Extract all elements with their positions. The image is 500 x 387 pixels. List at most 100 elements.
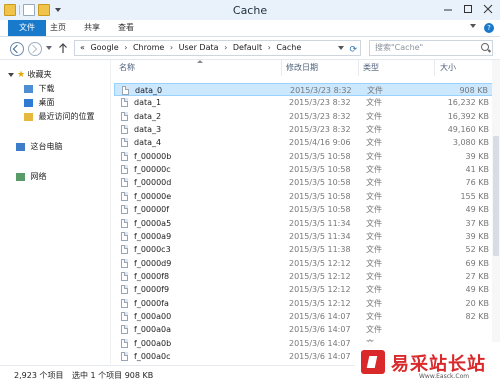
file-size: 39 KB [465, 231, 489, 241]
breadcrumb-cache[interactable]: Cache [276, 41, 301, 55]
file-row[interactable]: f_0000a5 2015/3/5 11:34 文件 37 KB [114, 217, 497, 230]
file-row[interactable]: f_000a0a 2015/3/6 14:07 文件 [114, 323, 497, 336]
maximize-icon[interactable] [462, 3, 474, 15]
sidebar-item-favorites[interactable]: ★ 收藏夹 [8, 69, 52, 81]
file-row[interactable]: f_00000e 2015/3/5 10:58 文件 155 KB [114, 190, 497, 203]
file-type: 文件 [366, 271, 382, 281]
sidebar-item-downloads[interactable]: 下载 [24, 83, 55, 95]
file-date: 2015/3/5 12:12 [289, 258, 351, 268]
column-type[interactable]: 类型 [363, 60, 433, 76]
minimize-icon[interactable] [442, 3, 454, 15]
recent-locations-icon[interactable] [46, 46, 52, 50]
tab-share[interactable]: 共享 [76, 20, 108, 36]
file-icon [121, 218, 128, 228]
scrollbar-thumb[interactable] [493, 136, 499, 256]
file-row[interactable]: f_0000f9 2015/3/5 12:12 文件 49 KB [114, 283, 497, 296]
file-row[interactable]: f_0000f8 2015/3/5 12:12 文件 27 KB [114, 270, 497, 283]
navigation-bar: « Google › Chrome › User Data › Default … [0, 37, 500, 60]
breadcrumb-default[interactable]: Default [233, 41, 262, 55]
expand-arrow-icon[interactable] [8, 72, 14, 77]
search-icon[interactable] [481, 43, 489, 51]
breadcrumb-user-data[interactable]: User Data [179, 41, 219, 55]
arrow-up-icon [59, 43, 67, 53]
file-icon [121, 205, 128, 215]
file-name: f_0000f9 [134, 285, 170, 295]
file-type: 文件 [366, 178, 382, 188]
file-name: data_4 [134, 138, 162, 148]
file-name: data_2 [134, 111, 162, 121]
file-row[interactable]: f_0000c3 2015/3/5 11:38 文件 52 KB [114, 243, 497, 256]
sidebar-item-recent[interactable]: 最近访问的位置 [24, 111, 95, 123]
sidebar-item-label: 这台电脑 [30, 142, 63, 151]
file-size: 155 KB [460, 191, 489, 201]
column-divider[interactable] [281, 60, 282, 76]
file-date: 2015/3/23 8:32 [289, 125, 351, 135]
sidebar-item-this-pc[interactable]: 这台电脑 [16, 141, 63, 153]
close-icon[interactable] [482, 3, 494, 15]
search-input[interactable]: 搜索"Cache" [369, 40, 493, 56]
file-row[interactable]: data_4 2015/4/16 9:06 文件 3,080 KB [114, 136, 497, 149]
desktop-icon [24, 98, 33, 107]
file-name: data_0 [135, 86, 163, 95]
breadcrumb-chrome[interactable]: Chrome [133, 41, 164, 55]
file-type: 文件 [366, 98, 382, 108]
file-row[interactable]: f_000a00 2015/3/6 14:07 文件 82 KB [114, 310, 497, 323]
vertical-scrollbar[interactable] [492, 60, 500, 365]
column-date[interactable]: 修改日期 [286, 60, 356, 76]
sidebar-item-label: 收藏夹 [27, 70, 52, 79]
forward-button[interactable] [28, 42, 42, 56]
address-dropdown-icon[interactable] [338, 46, 344, 50]
sidebar-item-network[interactable]: 网络 [16, 171, 47, 183]
file-type: 文件 [366, 298, 382, 308]
file-row[interactable]: f_00000c 2015/3/5 10:58 文件 41 KB [114, 163, 497, 176]
file-row[interactable]: f_00000f 2015/3/5 10:58 文件 49 KB [114, 203, 497, 216]
file-row[interactable]: data_1 2015/3/23 8:32 文件 16,232 KB [114, 96, 497, 109]
file-date: 2015/3/5 10:58 [289, 151, 351, 161]
address-bar[interactable]: « Google › Chrome › User Data › Default … [74, 40, 361, 56]
file-date: 2015/3/5 11:38 [289, 245, 351, 255]
breadcrumb-separator[interactable]: › [268, 41, 271, 55]
refresh-icon[interactable]: ⟳ [349, 43, 357, 55]
column-header: 名称 修改日期 类型 大小 [111, 60, 500, 76]
file-date: 2015/3/23 8:32 [290, 86, 352, 95]
breadcrumb-separator[interactable]: › [124, 41, 127, 55]
file-icon [121, 258, 128, 268]
tab-file[interactable]: 文件 [8, 20, 46, 36]
file-icon [121, 178, 128, 188]
file-row[interactable]: f_00000b 2015/3/5 10:58 文件 39 KB [114, 150, 497, 163]
file-date: 2015/3/5 12:12 [289, 285, 351, 295]
sidebar-item-desktop[interactable]: 桌面 [24, 97, 55, 109]
column-size[interactable]: 大小 [440, 60, 480, 76]
file-row[interactable]: f_0000a9 2015/3/5 11:34 文件 39 KB [114, 230, 497, 243]
up-button[interactable] [58, 42, 68, 54]
computer-icon [16, 142, 25, 151]
search-placeholder: 搜索"Cache" [375, 43, 424, 52]
column-name[interactable]: 名称 [119, 60, 279, 76]
file-row[interactable]: data_3 2015/3/23 8:32 文件 49,160 KB [114, 123, 497, 136]
expand-ribbon-icon[interactable] [470, 24, 476, 28]
breadcrumb-google[interactable]: Google [90, 41, 118, 55]
file-row[interactable]: data_0 2015/3/23 8:32 文件 908 KB [114, 83, 497, 96]
file-row[interactable]: f_0000fa 2015/3/5 12:12 文件 20 KB [114, 297, 497, 310]
column-divider[interactable] [358, 60, 359, 76]
selection-info: 选中 1 个项目 908 KB [72, 371, 154, 380]
tab-view[interactable]: 查看 [110, 20, 142, 36]
title-bar: Cache [0, 0, 500, 21]
file-row[interactable]: f_0000d9 2015/3/5 12:12 文件 69 KB [114, 257, 497, 270]
back-button[interactable] [10, 42, 24, 56]
file-row[interactable]: f_00000d 2015/3/5 10:58 文件 76 KB [114, 176, 497, 189]
breadcrumb-separator[interactable]: › [170, 41, 173, 55]
tab-home[interactable]: 主页 [42, 20, 74, 36]
file-name: f_000a0a [134, 325, 171, 335]
file-type: 文件 [366, 245, 382, 255]
file-row[interactable]: data_2 2015/3/23 8:32 文件 16,392 KB [114, 110, 497, 123]
file-name: f_00000e [134, 191, 172, 201]
file-type: 文件 [366, 165, 382, 175]
file-size: 82 KB [465, 311, 489, 321]
file-icon [121, 98, 128, 108]
help-icon[interactable]: ? [484, 23, 494, 33]
breadcrumb-overflow[interactable]: « [80, 41, 85, 55]
column-divider[interactable] [434, 60, 435, 76]
file-name: f_0000fa [134, 298, 169, 308]
breadcrumb-separator[interactable]: › [224, 41, 227, 55]
